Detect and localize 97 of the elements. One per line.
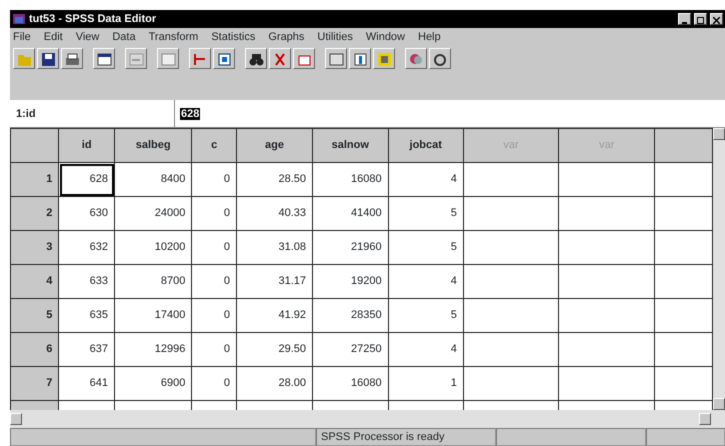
menu-item[interactable]: Window — [366, 28, 405, 46]
table-cell: 1 — [388, 366, 464, 400]
toolbar-button[interactable] — [429, 48, 451, 68]
table-cell: 4 — [388, 332, 464, 366]
table-cell: 27250 — [312, 332, 388, 366]
table-cell: 8400 — [114, 162, 192, 196]
cell-reference: 1:id — [10, 100, 175, 127]
row-header[interactable]: 6 — [10, 332, 59, 366]
table-cell: 41.92 — [236, 298, 312, 332]
column-header[interactable] — [654, 128, 712, 162]
vertical-scrollbar[interactable] — [713, 128, 725, 410]
status-text: SPSS Processor is ready — [316, 428, 496, 446]
column-header[interactable]: jobcat — [388, 128, 464, 162]
row-header[interactable]: 1 — [10, 162, 59, 196]
app-icon — [12, 13, 26, 25]
table-cell: 31.17 — [236, 264, 312, 298]
table-cell: 4 — [388, 162, 464, 196]
table-cell: 31.08 — [236, 230, 312, 264]
table-cell: 19200 — [312, 264, 388, 298]
table-cell: 8700 — [114, 264, 192, 298]
table-cell: 10200 — [114, 230, 192, 264]
horizontal-scrollbar[interactable] — [10, 410, 725, 428]
row-header[interactable]: 5 — [10, 298, 59, 332]
table-cell — [654, 162, 712, 196]
table-cell: 17400 — [114, 298, 192, 332]
row-header[interactable]: 2 — [10, 196, 59, 230]
table-cell: 0 — [192, 264, 236, 298]
menu-item[interactable]: File — [13, 28, 31, 46]
table-cell: 24000 — [114, 196, 192, 230]
table-cell — [654, 332, 712, 366]
table-cell: 633 — [58, 264, 115, 298]
row-header[interactable]: 4 — [10, 264, 59, 298]
dialog-icon — [96, 50, 113, 68]
table-cell: 0 — [192, 366, 236, 400]
column-header[interactable]: c — [192, 128, 236, 162]
table-cell: 28350 — [312, 298, 388, 332]
save-icon — [40, 50, 57, 68]
menu-item[interactable]: Transform — [148, 28, 198, 46]
cell-value-field[interactable]: 628 — [180, 108, 200, 120]
table-cell: 5 — [388, 230, 464, 264]
table-cell: 28.00 — [236, 366, 312, 400]
table-cell: 16080 — [312, 162, 388, 196]
menu-item[interactable]: Edit — [44, 28, 63, 46]
table-cell: 641 — [58, 366, 115, 400]
window-title: tut53 - SPSS Data Editor — [29, 12, 156, 27]
table-cell: 0 — [192, 230, 236, 264]
table-cell — [654, 366, 712, 400]
toolbar-button[interactable] — [213, 48, 235, 68]
corner-cell — [10, 128, 59, 162]
table-cell: 632 — [58, 230, 115, 264]
table-cell: 4 — [388, 264, 464, 298]
table-cell: 0 — [192, 196, 236, 230]
table-cell: 630 — [58, 196, 115, 230]
table-cell: 16080 — [312, 366, 388, 400]
toolbar-button[interactable] — [245, 48, 267, 68]
column-header[interactable]: age — [236, 128, 312, 162]
row-header[interactable]: 7 — [10, 366, 59, 400]
table-cell: 21960 — [312, 230, 388, 264]
table-cell: 40.33 — [236, 196, 312, 230]
table-cell: 0 — [192, 332, 236, 366]
menu-item[interactable]: View — [76, 28, 100, 46]
table-cell: 6900 — [114, 366, 192, 400]
toolbar-button[interactable] — [61, 48, 83, 68]
table-cell: 5 — [388, 196, 464, 230]
maximize-button[interactable] — [694, 13, 707, 25]
toolbar-button[interactable] — [325, 48, 347, 68]
table-cell — [654, 264, 712, 298]
row-header[interactable]: 3 — [10, 230, 59, 264]
table-cell — [654, 298, 712, 332]
menu-item[interactable]: Utilities — [317, 28, 353, 46]
toolbar-button[interactable] — [93, 48, 115, 68]
table-cell — [654, 196, 712, 230]
close-button[interactable] — [710, 13, 723, 25]
menu-item[interactable]: Help — [418, 28, 441, 46]
table-cell: 29.50 — [236, 332, 312, 366]
table-cell: 628 — [58, 162, 115, 196]
menu-item[interactable]: Data — [112, 28, 136, 46]
table-cell: 41400 — [312, 196, 388, 230]
table-cell: 0 — [192, 162, 236, 196]
close-icon — [713, 17, 720, 24]
toolbar-button[interactable] — [349, 48, 371, 68]
table-cell: 28.50 — [236, 162, 312, 196]
toolbar-button[interactable] — [37, 48, 59, 68]
minimize-button[interactable] — [678, 13, 691, 25]
menu-item[interactable]: Graphs — [268, 28, 304, 46]
column-header[interactable]: id — [58, 128, 115, 162]
table-cell: 635 — [58, 298, 115, 332]
print-icon — [64, 50, 81, 68]
table-cell — [654, 230, 712, 264]
menu-item[interactable]: Statistics — [211, 28, 256, 46]
table-cell: 12996 — [114, 332, 192, 366]
table-cell: 637 — [58, 332, 115, 366]
maximize-icon — [697, 17, 704, 24]
column-header[interactable]: salnow — [312, 128, 388, 162]
column-header[interactable]: salbeg — [114, 128, 192, 162]
table-cell: 5 — [388, 298, 464, 332]
table-cell: 0 — [192, 298, 236, 332]
